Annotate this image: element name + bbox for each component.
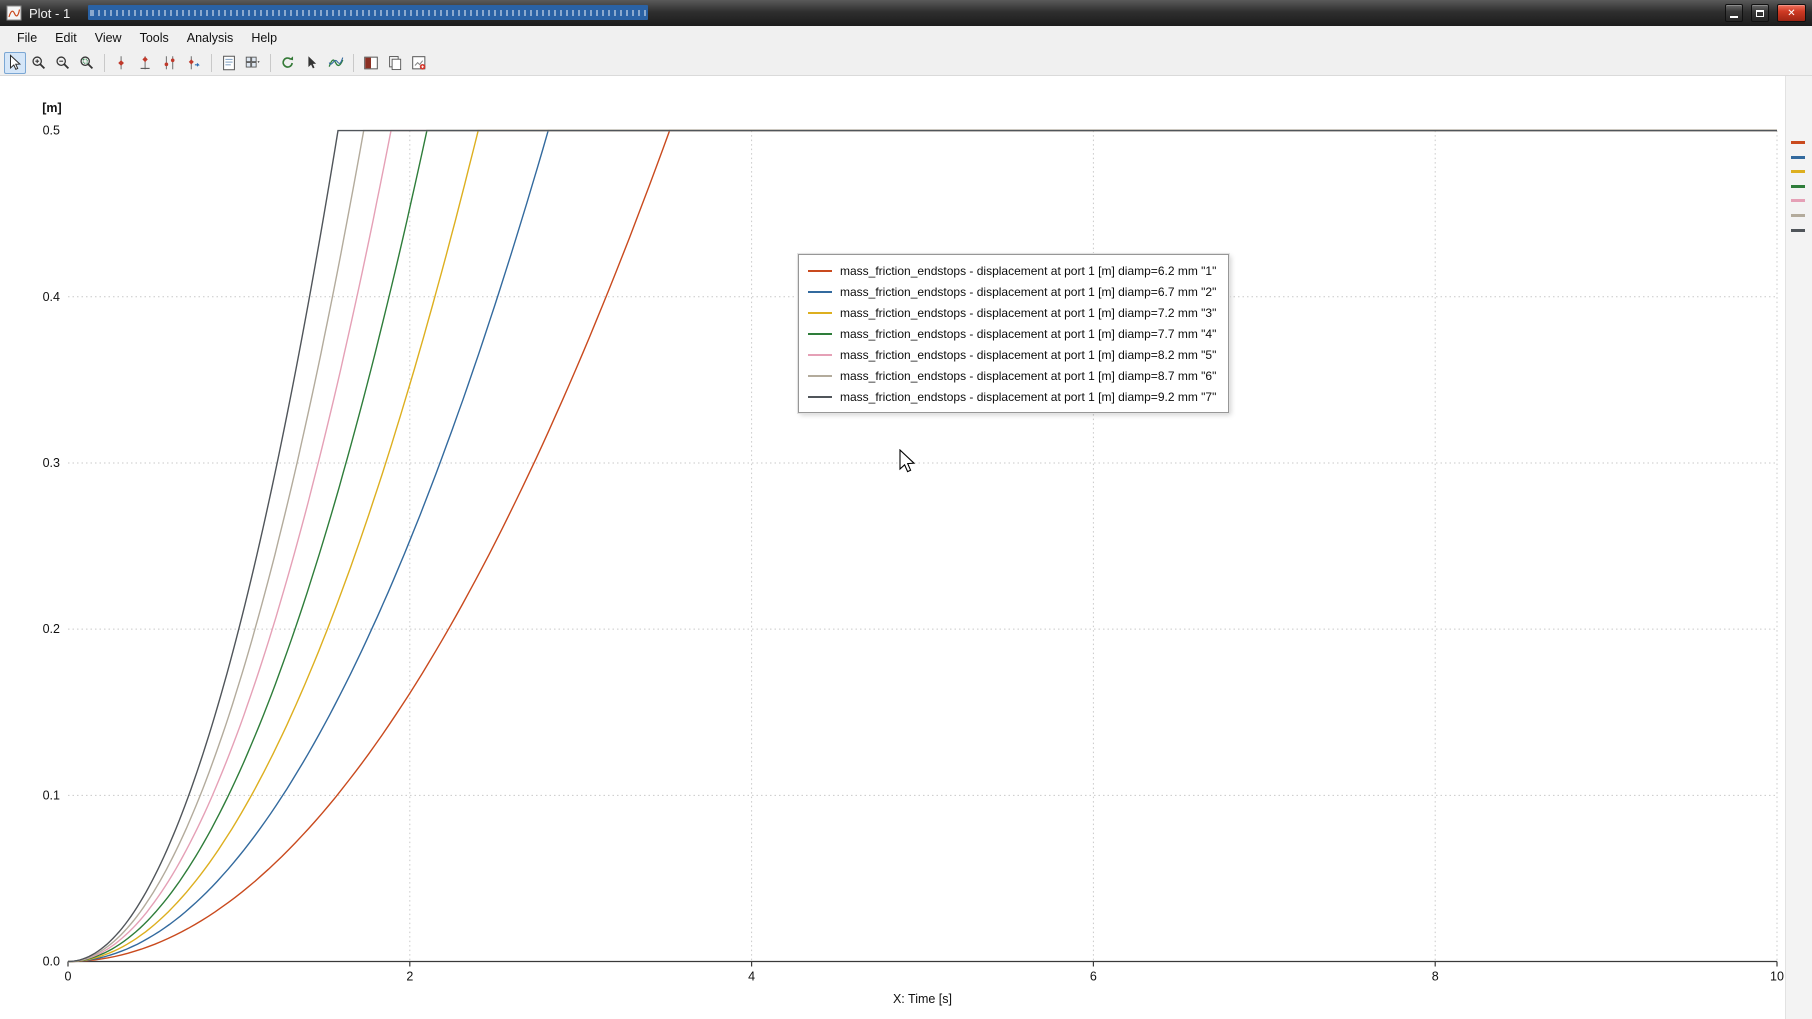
x-axis <box>67 960 1778 967</box>
legend-line-sample <box>808 311 832 314</box>
svg-text:6: 6 <box>1090 970 1097 984</box>
zoom-region-icon[interactable] <box>76 52 98 74</box>
export-icon[interactable] <box>408 52 430 74</box>
curve-color-tab-4[interactable] <box>1791 184 1805 188</box>
svg-text:0.0: 0.0 <box>43 955 60 969</box>
svg-text:0.5: 0.5 <box>43 124 60 138</box>
plot-app-icon <box>6 5 22 21</box>
legend-entry-label: mass_friction_endstops - displacement at… <box>840 326 1217 341</box>
legend-entry-label: mass_friction_endstops - displacement at… <box>840 305 1217 320</box>
marker-cursor-icon[interactable] <box>135 52 157 74</box>
right-edge-panel <box>1785 26 1812 1019</box>
curve-color-tab-1[interactable] <box>1791 141 1805 144</box>
svg-text:0.1: 0.1 <box>43 788 60 802</box>
svg-text:0.3: 0.3 <box>43 456 60 470</box>
menu-item-file[interactable]: File <box>8 28 46 48</box>
menu-item-help[interactable]: Help <box>242 28 286 48</box>
pick-arrow-icon[interactable] <box>301 52 323 74</box>
plot-window: 0 2 4 6 8 10 0.0 0.1 0.2 0.3 0.4 0.5 [m] X: Time [s… <box>0 0 1812 1019</box>
legend-entry-3[interactable]: mass_friction_endstops - displacement at… <box>808 302 1216 323</box>
legend-line-sample <box>808 290 832 293</box>
svg-text:4: 4 <box>748 970 755 984</box>
toolbar-separator <box>211 53 212 72</box>
svg-text:0: 0 <box>65 970 72 984</box>
close-button[interactable]: ✕ <box>1777 4 1806 22</box>
legend-line-sample <box>808 332 832 335</box>
legend-entry-label: mass_friction_endstops - displacement at… <box>840 368 1217 383</box>
legend-entry-1[interactable]: mass_friction_endstops - displacement at… <box>808 260 1216 281</box>
legend-entry-label: mass_friction_endstops - displacement at… <box>840 389 1217 404</box>
toolbar-separator <box>353 53 354 72</box>
svg-text:10: 10 <box>1770 970 1784 984</box>
curve-properties-icon[interactable] <box>325 52 347 74</box>
grid-layout-icon[interactable] <box>242 52 264 74</box>
toolbar-separator <box>270 53 271 72</box>
curve-color-tab-6[interactable] <box>1791 214 1805 217</box>
document-path-highlight <box>88 5 648 20</box>
select-cursor-icon[interactable] <box>4 51 26 74</box>
zoom-in-icon[interactable] <box>28 52 50 74</box>
menu-bar: File Edit View Tools Analysis Help <box>0 26 1812 50</box>
legend-line-sample <box>808 374 832 377</box>
measure-cursor-icon[interactable] <box>111 52 133 74</box>
copy-icon[interactable] <box>384 52 406 74</box>
legend-entry-4[interactable]: mass_friction_endstops - displacement at… <box>808 323 1216 344</box>
svg-text:0.4: 0.4 <box>43 290 60 304</box>
curve-color-tab-7[interactable] <box>1791 228 1805 232</box>
plot-legend[interactable]: mass_friction_endstops - displacement at… <box>798 254 1230 413</box>
maximize-button[interactable] <box>1751 4 1769 22</box>
menu-item-analysis[interactable]: Analysis <box>178 28 243 48</box>
title-bar[interactable]: Plot - 1 ✕ <box>0 0 1812 26</box>
menu-item-tools[interactable]: Tools <box>131 28 178 48</box>
difference-cursor-icon[interactable] <box>183 52 205 74</box>
legend-entry-5[interactable]: mass_friction_endstops - displacement at… <box>808 344 1216 365</box>
legend-entry-label: mass_friction_endstops - displacement at… <box>840 347 1217 362</box>
refresh-icon[interactable] <box>277 52 299 74</box>
split-view-icon[interactable] <box>360 52 382 74</box>
mouse-cursor <box>899 449 916 473</box>
legend-line-sample <box>808 269 832 272</box>
plot-canvas[interactable]: 0 2 4 6 8 10 0.0 0.1 0.2 0.3 0.4 0.5 <box>0 0 1812 1019</box>
legend-entry-7[interactable]: mass_friction_endstops - displacement at… <box>808 386 1216 407</box>
menu-item-edit[interactable]: Edit <box>46 28 86 48</box>
svg-text:2: 2 <box>406 970 413 984</box>
curve-color-tab-3[interactable] <box>1791 170 1805 174</box>
legend-entry-label: mass_friction_endstops - displacement at… <box>840 263 1217 278</box>
x-axis-label: X: Time [s] <box>892 992 953 1006</box>
page-layout-icon[interactable] <box>218 52 240 74</box>
y-axis-unit-label: [m] <box>42 101 62 115</box>
svg-text:8: 8 <box>1432 970 1439 984</box>
legend-entry-2[interactable]: mass_friction_endstops - displacement at… <box>808 281 1216 302</box>
menu-item-view[interactable]: View <box>86 28 131 48</box>
minimize-button[interactable] <box>1725 4 1743 22</box>
legend-line-sample <box>808 353 832 356</box>
window-title: Plot - 1 <box>29 5 71 21</box>
svg-text:0.2: 0.2 <box>43 622 60 636</box>
toolbar <box>0 50 1812 76</box>
legend-entry-label: mass_friction_endstops - displacement at… <box>840 284 1217 299</box>
legend-line-sample <box>808 395 832 398</box>
curve-color-tab-2[interactable] <box>1791 155 1805 159</box>
toolbar-separator <box>104 53 105 72</box>
tick-labels: 0 2 4 6 8 10 0.0 0.1 0.2 0.3 0.4 0.5 <box>43 124 1784 984</box>
zoom-out-icon[interactable] <box>52 52 74 74</box>
double-cursor-icon[interactable] <box>159 52 181 74</box>
curve-color-tab-5[interactable] <box>1791 199 1805 203</box>
legend-entry-6[interactable]: mass_friction_endstops - displacement at… <box>808 365 1216 386</box>
